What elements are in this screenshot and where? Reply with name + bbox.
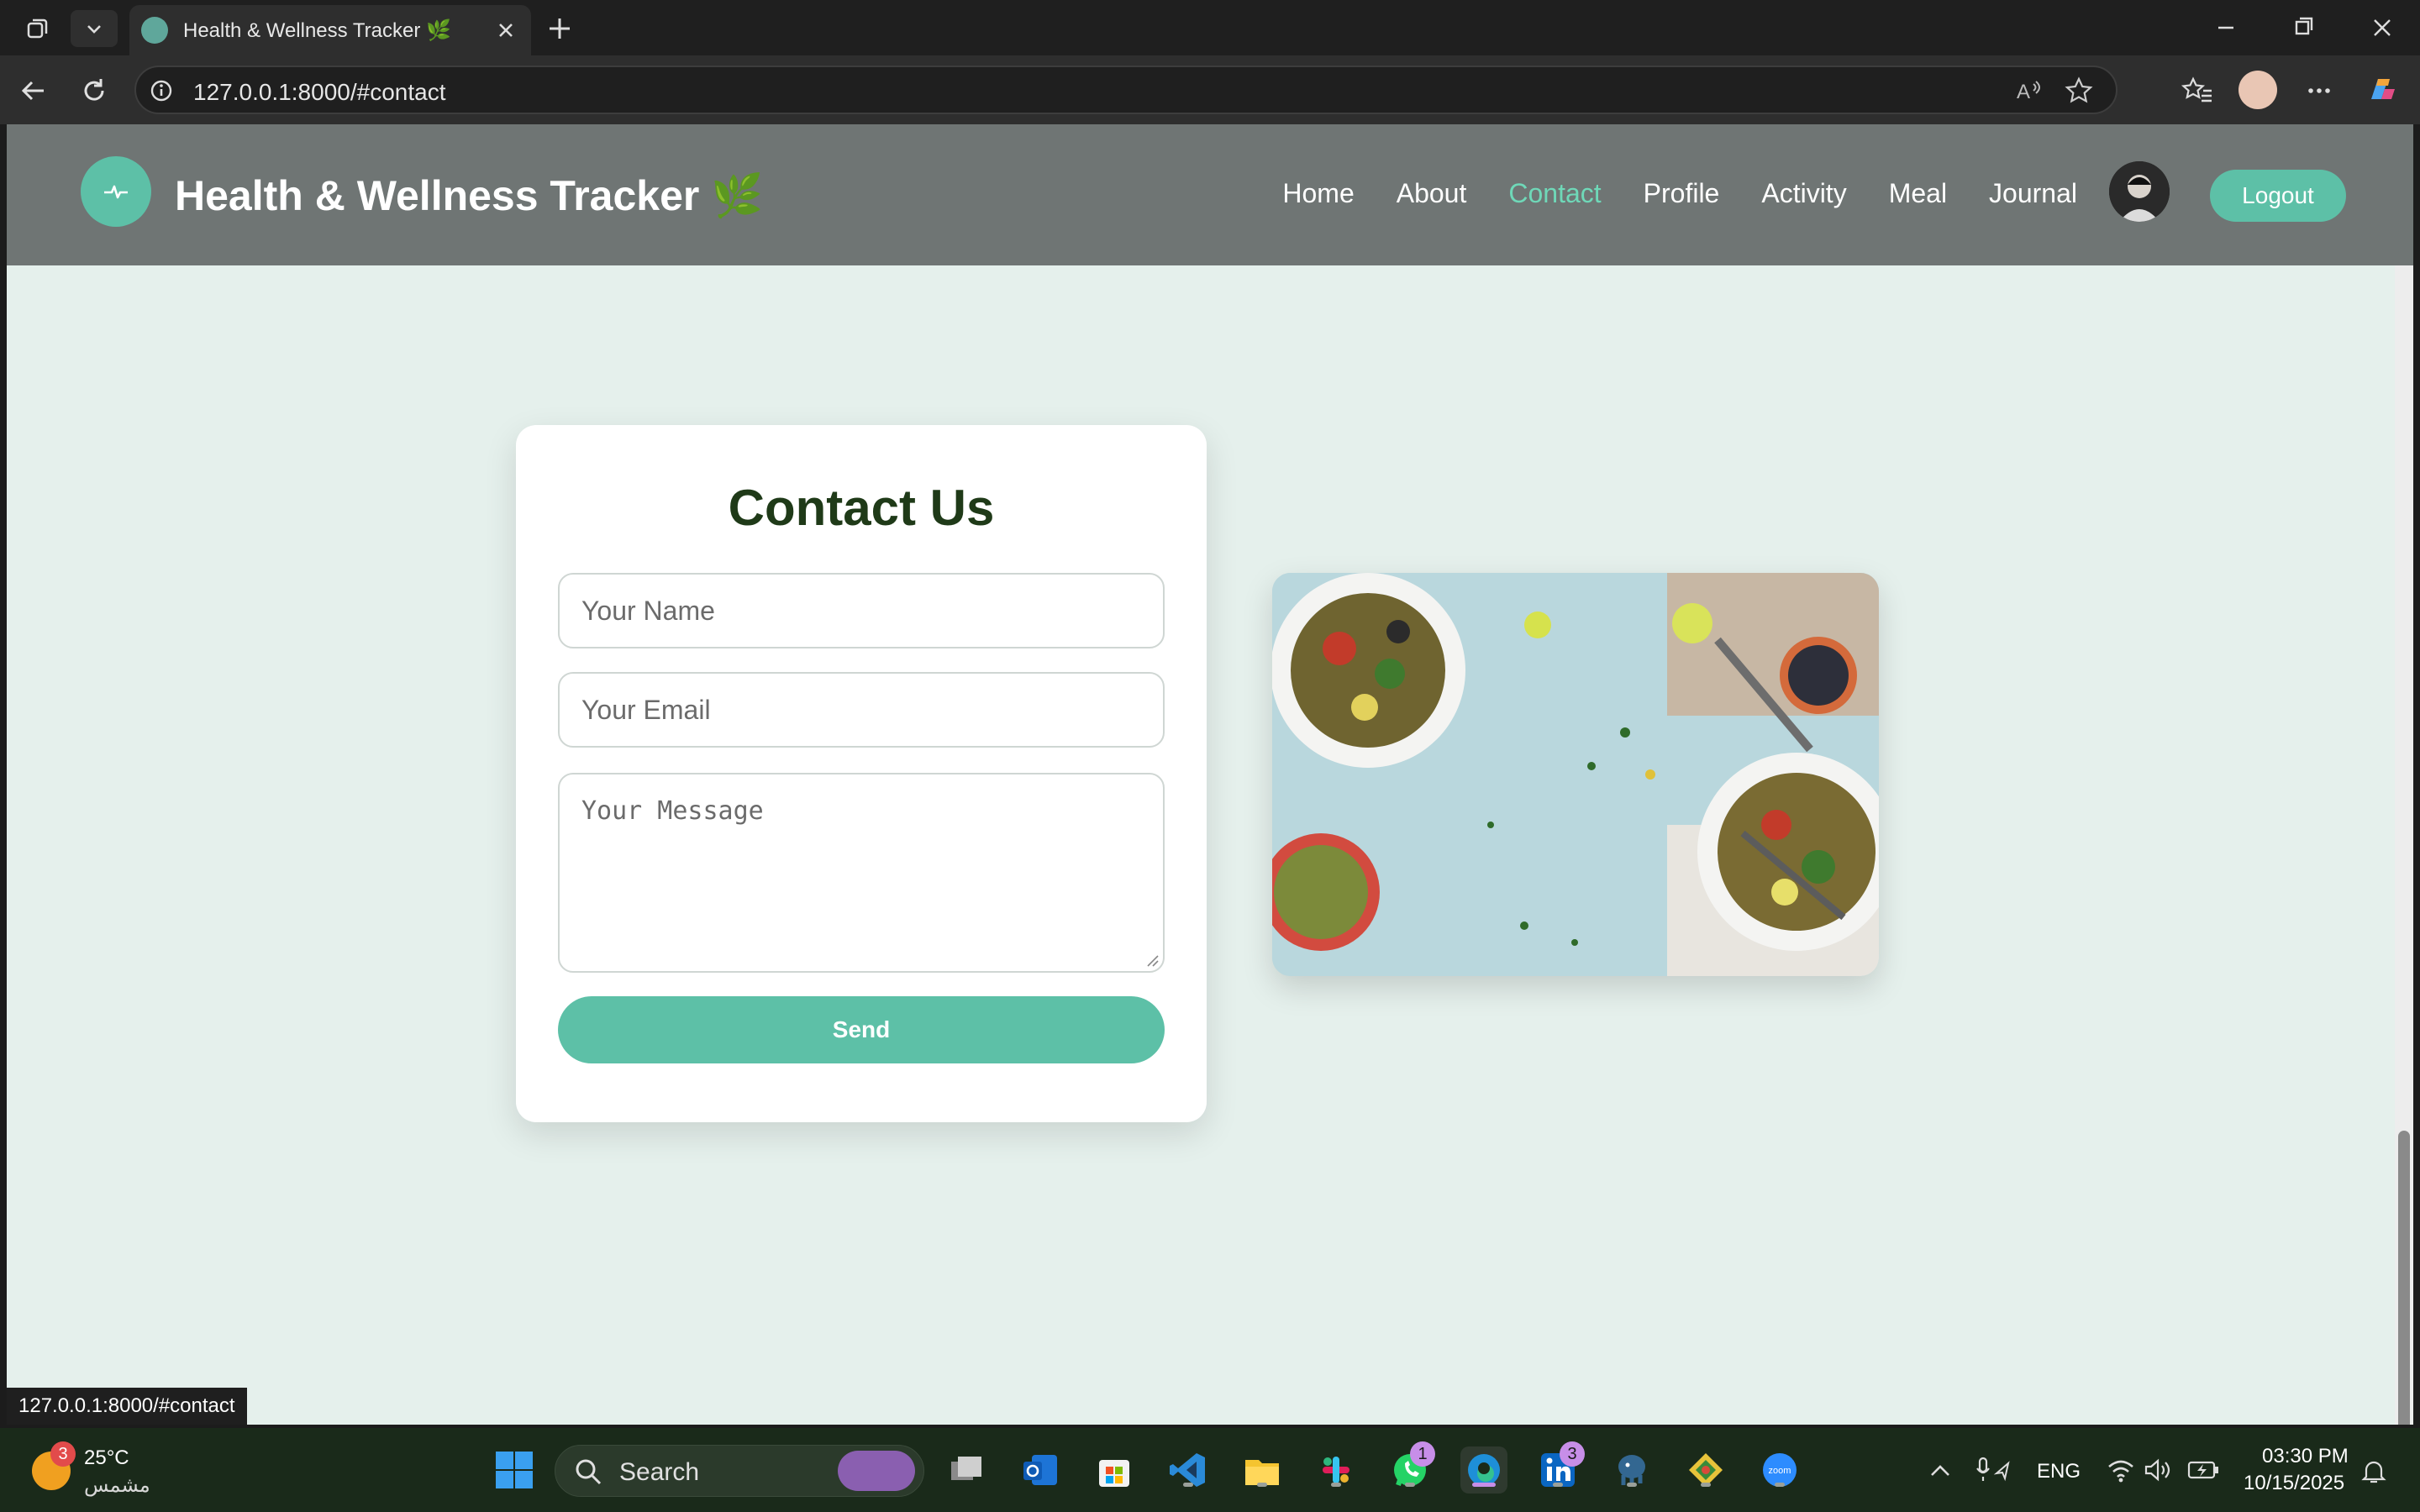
browser-tab[interactable]: Health & Wellness Tracker 🌿 (129, 5, 531, 55)
address-bar[interactable]: 127.0.0.1:8000/#contact A (134, 66, 2118, 114)
name-input[interactable]: Your Name (558, 573, 1165, 648)
new-tab-plus-icon[interactable] (541, 10, 578, 47)
show-hidden-icons-chevron-up-icon[interactable] (1926, 1458, 1954, 1488)
file-explorer-icon[interactable] (1239, 1446, 1286, 1494)
favorites-list-icon[interactable] (2180, 72, 2217, 109)
nav-meal[interactable]: Meal (1889, 178, 1947, 209)
start-windows-icon[interactable] (491, 1446, 538, 1494)
notifications-bell-icon[interactable] (2360, 1458, 2388, 1489)
tab-title: Health & Wellness Tracker 🌿 (183, 18, 451, 42)
language-indicator[interactable]: ENG (2037, 1460, 2081, 1483)
user-avatar[interactable] (2109, 161, 2170, 222)
favorite-star-icon[interactable] (2064, 76, 2094, 110)
battery-charging-icon[interactable] (2186, 1458, 2220, 1486)
site-brand[interactable]: Health & Wellness Tracker 🌿 (175, 171, 764, 221)
nav-journal[interactable]: Journal (1989, 178, 2077, 209)
taskbar-search[interactable]: Search (555, 1445, 924, 1497)
weather-badge: 3 (50, 1441, 76, 1467)
nav-about[interactable]: About (1397, 178, 1467, 209)
git-tool-icon[interactable] (1682, 1446, 1729, 1494)
address-url: 127.0.0.1:8000/#contact (193, 79, 446, 105)
zoom-icon[interactable]: zoom (1756, 1446, 1803, 1494)
scrollbar-thumb[interactable] (2398, 1131, 2410, 1425)
logout-button[interactable]: Logout (2210, 170, 2346, 222)
read-aloud-icon[interactable]: A (2015, 76, 2045, 110)
heartbeat-logo-icon[interactable] (81, 156, 151, 227)
page-scrollbar[interactable] (2395, 265, 2413, 1425)
site-navbar: Health & Wellness Tracker 🌿 Home About C… (7, 124, 2413, 265)
status-bar-link: 127.0.0.1:8000/#contact (7, 1388, 247, 1425)
restore-icon[interactable] (2282, 8, 2324, 47)
site-nav: Home About Contact Profile Activity Meal… (1282, 178, 2077, 209)
wifi-icon[interactable] (2106, 1457, 2136, 1488)
browser-titlebar: Health & Wellness Tracker 🌿 (0, 0, 2420, 55)
tab-actions-chevron-down-icon[interactable] (71, 10, 118, 47)
weather-desc: مشمس (84, 1474, 150, 1497)
site-info-icon[interactable] (148, 77, 175, 108)
postgresql-icon[interactable] (1608, 1446, 1655, 1494)
tab-close-icon[interactable] (494, 18, 518, 42)
contact-card: Contact Us Your Name Your Email Your Mes… (516, 425, 1207, 1122)
name-placeholder: Your Name (581, 595, 715, 626)
svg-text:A: A (2017, 81, 2030, 103)
whatsapp-badge: 1 (1410, 1441, 1435, 1467)
linkedin-badge: 3 (1560, 1441, 1585, 1467)
profile-avatar-icon[interactable] (2238, 71, 2277, 109)
message-textarea[interactable]: Your Message (558, 773, 1165, 973)
edge-icon[interactable] (1460, 1446, 1507, 1494)
reload-icon[interactable] (76, 72, 113, 109)
message-placeholder: Your Message (581, 796, 764, 826)
svg-text:zoom: zoom (1769, 1466, 1791, 1476)
contact-title: Contact Us (728, 480, 995, 536)
slack-icon[interactable] (1313, 1446, 1360, 1494)
email-input[interactable]: Your Email (558, 672, 1165, 748)
windows-taskbar: 3 25°C مشمس Search 1 3 zoom ENG 03:30 PM… (0, 1428, 2420, 1512)
microsoft-store-icon[interactable] (1091, 1446, 1138, 1494)
send-button[interactable]: Send (558, 996, 1165, 1063)
resize-handle-icon[interactable] (1144, 953, 1160, 968)
outlook-icon[interactable] (1017, 1446, 1064, 1494)
healthy-food-image (1272, 573, 1879, 976)
browser-toolbar: 127.0.0.1:8000/#contact A (0, 55, 2420, 124)
more-options-icon[interactable] (2301, 72, 2338, 109)
search-icon (576, 1459, 602, 1485)
nav-activity[interactable]: Activity (1761, 178, 1846, 209)
nav-home[interactable]: Home (1282, 178, 1354, 209)
volume-icon[interactable] (2143, 1457, 2171, 1488)
workspaces-icon[interactable] (13, 10, 60, 47)
nav-profile[interactable]: Profile (1644, 178, 1720, 209)
microphone-location-icon[interactable] (1975, 1455, 2013, 1489)
tab-favicon-icon (141, 17, 168, 44)
search-highlight-image (838, 1451, 915, 1491)
clock-time[interactable]: 03:30 PM (2262, 1445, 2349, 1468)
email-placeholder: Your Email (581, 694, 711, 725)
minimize-icon[interactable] (2205, 8, 2247, 47)
weather-temp[interactable]: 25°C (84, 1446, 129, 1470)
page-viewport: Health & Wellness Tracker 🌿 Home About C… (7, 124, 2413, 1425)
search-label: Search (619, 1458, 700, 1486)
copilot-icon[interactable] (2363, 71, 2400, 108)
clock-date[interactable]: 10/15/2025 (2244, 1472, 2344, 1495)
nav-contact[interactable]: Contact (1508, 178, 1601, 209)
back-arrow-icon[interactable] (15, 72, 52, 109)
window-close-icon[interactable] (2361, 8, 2403, 47)
task-view-icon[interactable] (943, 1446, 990, 1494)
vscode-icon[interactable] (1165, 1446, 1212, 1494)
